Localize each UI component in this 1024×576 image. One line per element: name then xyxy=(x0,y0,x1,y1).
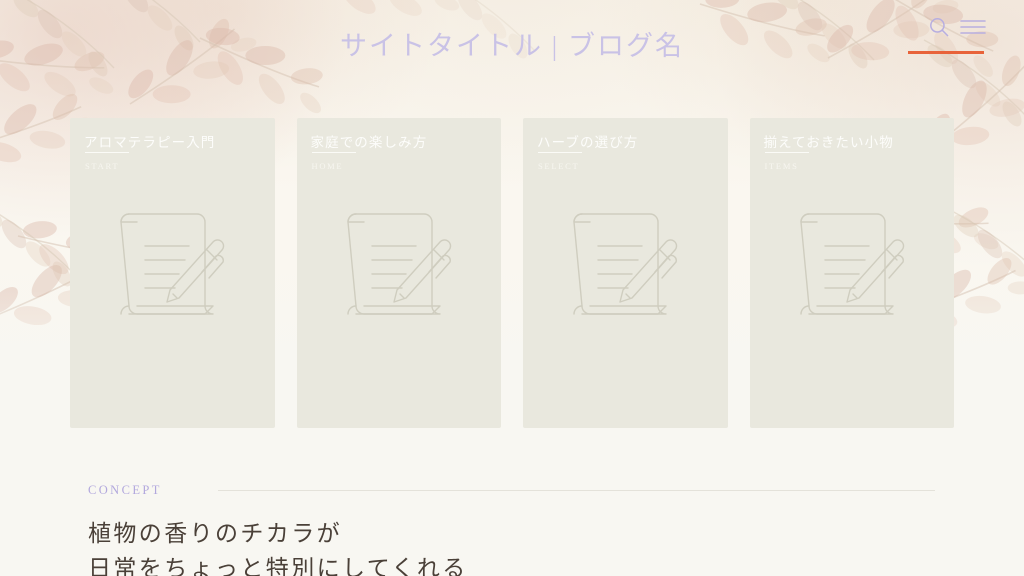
concept-section: CONCEPT 植物の香りのチカラが 日常をちょっと特別にしてくれる xyxy=(0,440,1024,576)
card-kicker: START xyxy=(85,161,120,171)
card-kicker: SELECT xyxy=(538,161,580,171)
header-accent-bar xyxy=(908,51,984,54)
concept-divider xyxy=(218,490,935,491)
card-divider xyxy=(764,152,809,153)
card-divider xyxy=(538,152,582,153)
scroll-pen-illustration-icon xyxy=(107,206,237,328)
concept-heading-line-1: 植物の香りのチカラが xyxy=(88,521,342,546)
search-icon[interactable] xyxy=(928,16,950,38)
site-title: サイトタイトル | ブログ名 xyxy=(340,31,684,61)
card-title: 家庭での楽しみ方 xyxy=(310,135,428,150)
card-kicker: HOME xyxy=(311,161,344,171)
scroll-pen-illustration-icon xyxy=(787,206,917,328)
hamburger-menu-icon[interactable] xyxy=(960,17,986,37)
card-divider xyxy=(311,152,356,153)
concept-section-label: CONCEPT xyxy=(88,483,162,497)
card-title: ハーブの選び方 xyxy=(537,135,639,150)
header-tools xyxy=(928,16,986,38)
category-card-grid: アロマテラピー入門 START 家庭での楽しみ方 HOME ハーブの選び方 SE… xyxy=(70,118,954,428)
hero-section: サイトタイトル | ブログ名 アロマテラピー入門 START 家庭での楽しみ方 … xyxy=(0,0,1024,440)
category-card-items[interactable]: 揃えておきたい小物 ITEMS xyxy=(749,118,954,428)
concept-heading-line-2: 日常をちょっと特別にしてくれる xyxy=(88,556,468,576)
card-title: アロマテラピー入門 xyxy=(84,135,216,150)
category-card-home[interactable]: 家庭での楽しみ方 HOME xyxy=(296,118,501,428)
concept-heading: 植物の香りのチカラが 日常をちょっと特別にしてくれる xyxy=(88,516,468,576)
card-kicker: ITEMS xyxy=(764,161,799,171)
category-card-select[interactable]: ハーブの選び方 SELECT xyxy=(523,118,728,428)
card-title: 揃えておきたい小物 xyxy=(763,135,894,150)
card-divider xyxy=(85,152,129,153)
scroll-pen-illustration-icon xyxy=(334,206,464,328)
page-root: サイトタイトル | ブログ名 アロマテラピー入門 START 家庭での楽しみ方 … xyxy=(0,0,1024,576)
scroll-pen-illustration-icon xyxy=(560,206,690,328)
category-card-start[interactable]: アロマテラピー入門 START xyxy=(70,118,275,428)
